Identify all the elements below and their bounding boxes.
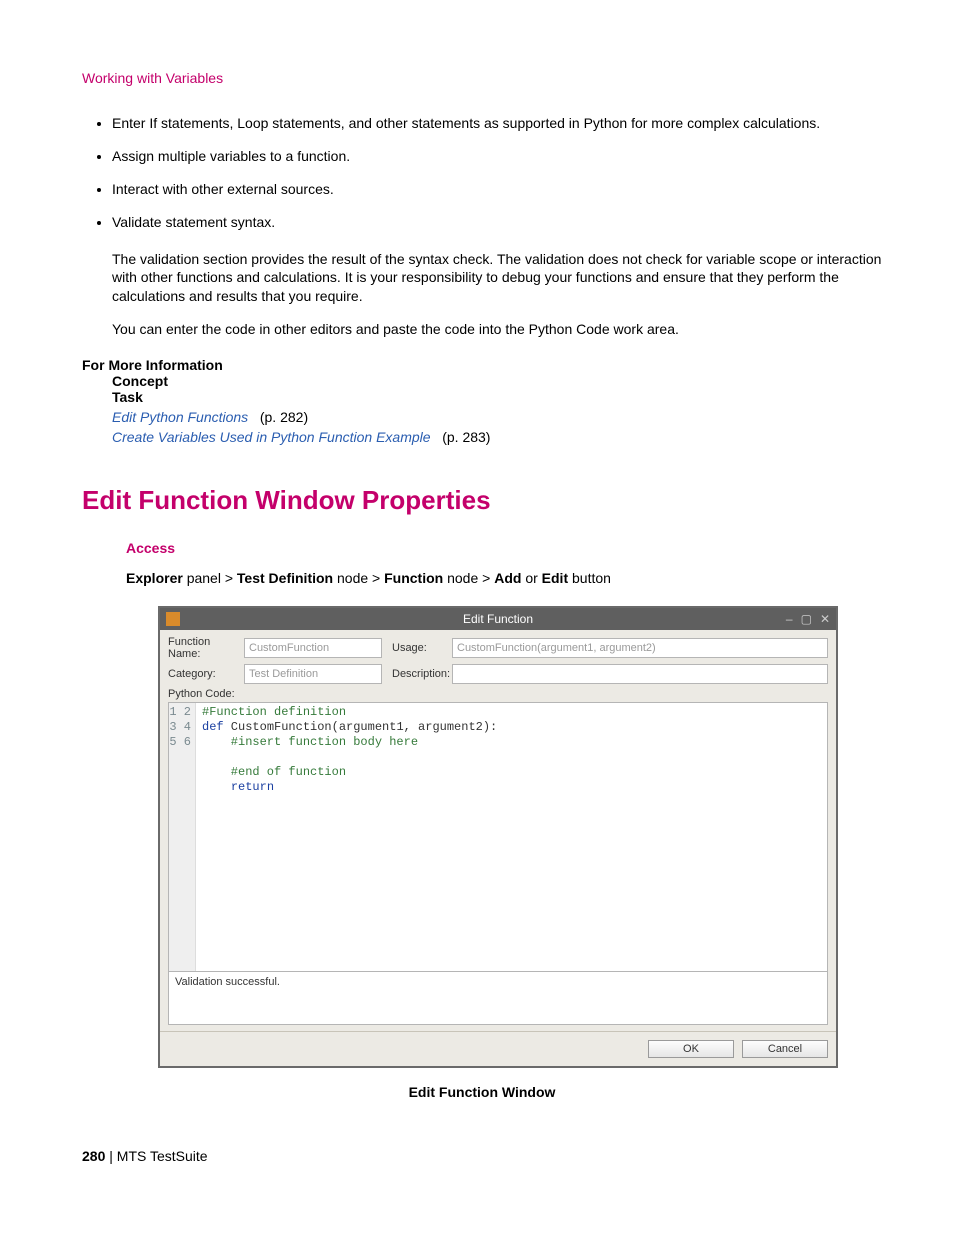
description-input[interactable] xyxy=(452,664,828,684)
code-text[interactable]: #Function definition def CustomFunction(… xyxy=(196,703,503,971)
validation-output: Validation successful. xyxy=(168,972,828,1025)
function-name-input[interactable]: CustomFunction xyxy=(244,638,382,658)
dialog-titlebar: Edit Function – ▢ ✕ xyxy=(160,608,836,630)
close-icon[interactable]: ✕ xyxy=(820,612,830,626)
fmi-link-page: (p. 283) xyxy=(434,429,490,445)
minimize-icon[interactable]: – xyxy=(786,612,793,626)
function-name-label: Function Name: xyxy=(168,636,244,660)
app-icon xyxy=(166,612,180,626)
maximize-icon[interactable]: ▢ xyxy=(801,612,812,626)
edit-function-dialog: Edit Function – ▢ ✕ Function Name: Custo… xyxy=(158,606,838,1068)
for-more-info: For More Information Concept Task Edit P… xyxy=(82,357,882,445)
fmi-link-page: (p. 282) xyxy=(252,409,308,425)
body-paragraph: You can enter the code in other editors … xyxy=(112,320,882,339)
dialog-title: Edit Function xyxy=(463,612,533,626)
python-code-label: Python Code: xyxy=(168,688,828,700)
section-heading: Edit Function Window Properties xyxy=(82,485,882,516)
cancel-button[interactable]: Cancel xyxy=(742,1040,828,1058)
usage-input[interactable]: CustomFunction(argument1, argument2) xyxy=(452,638,828,658)
list-item: Interact with other external sources. xyxy=(112,180,882,199)
category-label: Category: xyxy=(168,668,244,680)
bullet-list: Enter If statements, Loop statements, an… xyxy=(112,114,882,232)
fmi-concept: Concept xyxy=(112,373,882,389)
fmi-link[interactable]: Edit Python Functions xyxy=(112,409,248,425)
fmi-title: For More Information xyxy=(82,357,882,373)
body-paragraph: The validation section provides the resu… xyxy=(112,250,882,307)
page-header-link: Working with Variables xyxy=(82,70,882,86)
access-breadcrumb: Explorer panel > Test Definition node > … xyxy=(126,570,882,586)
page-footer: 280 | MTS TestSuite xyxy=(82,1148,882,1164)
fmi-link[interactable]: Create Variables Used in Python Function… xyxy=(112,429,431,445)
category-input[interactable]: Test Definition xyxy=(244,664,382,684)
ok-button[interactable]: OK xyxy=(648,1040,734,1058)
line-gutter: 1 2 3 4 5 6 xyxy=(169,703,196,971)
list-item: Validate statement syntax. xyxy=(112,213,882,232)
usage-label: Usage: xyxy=(392,642,452,654)
list-item: Enter If statements, Loop statements, an… xyxy=(112,114,882,133)
list-item: Assign multiple variables to a function. xyxy=(112,147,882,166)
description-label: Description: xyxy=(392,668,452,680)
fmi-task: Task xyxy=(112,389,882,405)
figure-caption: Edit Function Window xyxy=(82,1084,882,1100)
python-code-editor[interactable]: 1 2 3 4 5 6 #Function definition def Cus… xyxy=(168,702,828,972)
access-label: Access xyxy=(126,540,882,556)
